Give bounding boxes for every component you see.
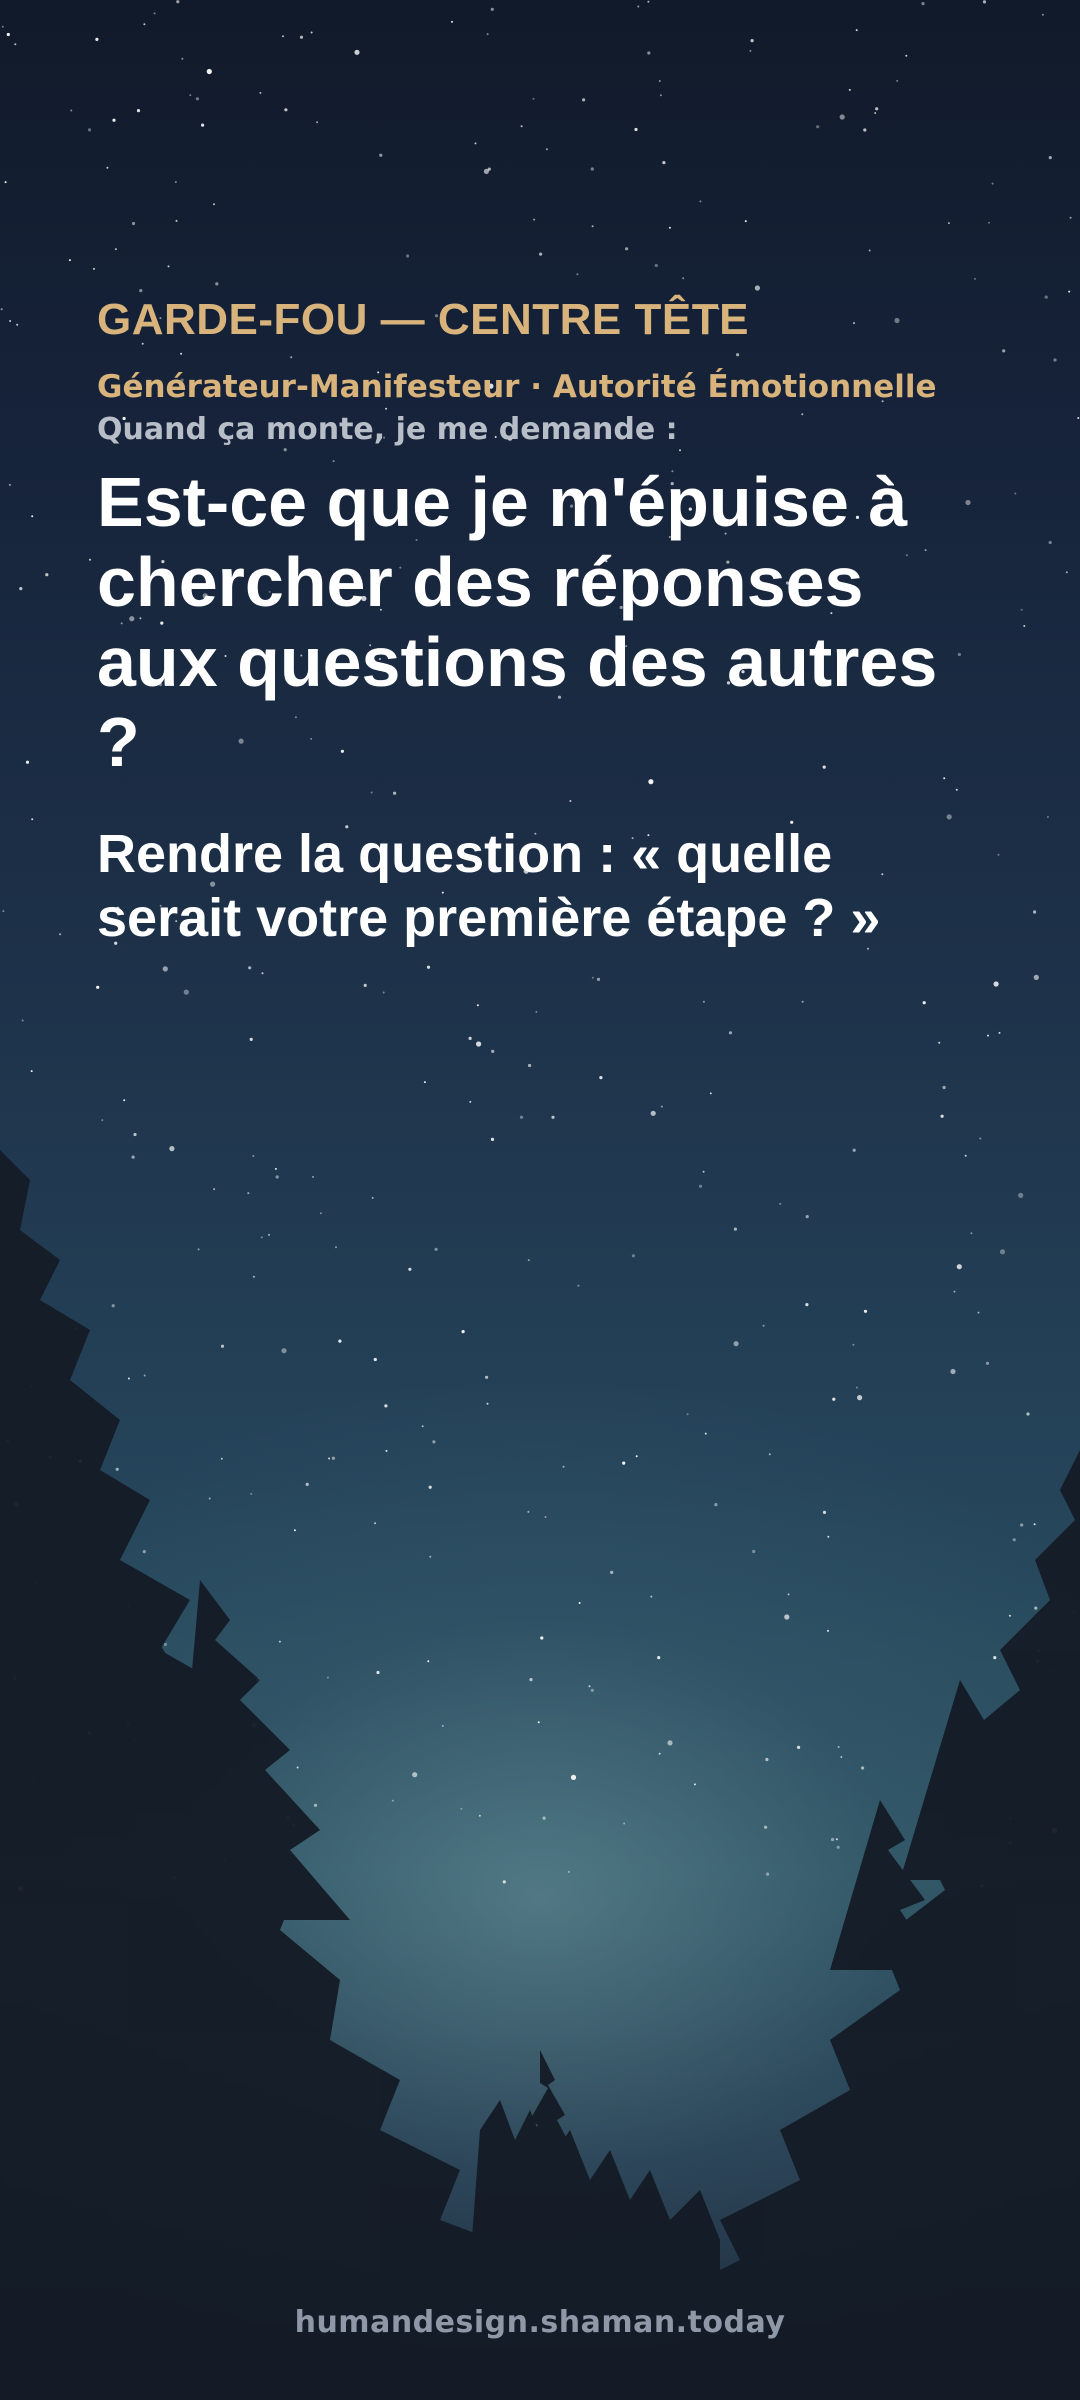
footer-url: humandesign.shaman.today [294, 2305, 786, 2340]
card-kicker: GARDE-FOU — CENTRE TÊTE [97, 295, 749, 344]
card-content: GARDE-FOU — CENTRE TÊTE Générateur-Manif… [97, 290, 997, 950]
answer-suggestion: Rendre la question : « quelle serait vot… [97, 824, 881, 948]
type-authority-subtitle: Générateur-Manifesteur · Autorité Émotio… [97, 369, 937, 405]
main-question: Est-ce que je m'épuise à chercher des ré… [97, 463, 938, 781]
prompt-line: Quand ça monte, je me demande : [97, 412, 678, 447]
